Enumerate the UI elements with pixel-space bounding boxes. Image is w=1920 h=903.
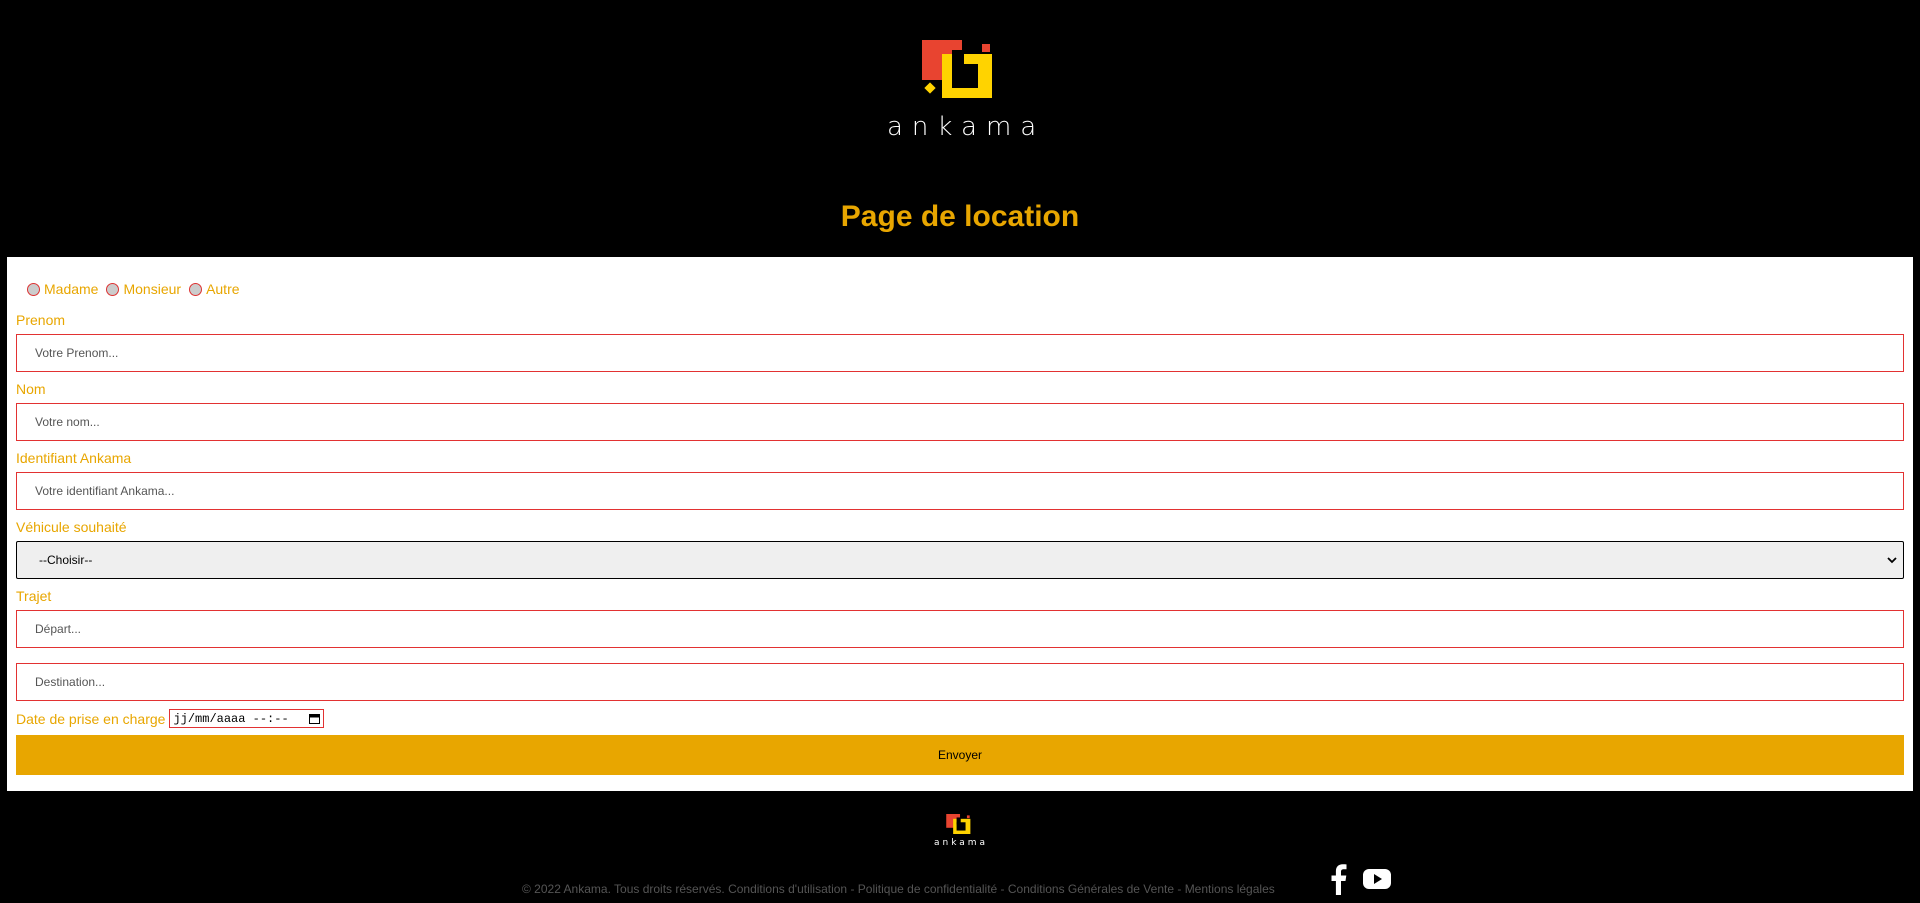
trajet-label: Trajet [16,588,52,604]
page-title: Page de location [840,200,1080,233]
chevron-down-icon [1887,557,1897,564]
link-politique-confidentialite[interactable]: Politique de confidentialité [858,882,997,896]
radio-label-autre: Autre [206,281,240,297]
prenom-input[interactable] [16,334,1904,372]
radio-monsieur[interactable] [106,282,120,296]
depart-input[interactable] [16,610,1904,648]
calendar-icon[interactable] [309,713,321,724]
separator: - [997,882,1008,896]
separator: - [847,882,858,896]
radio-madame[interactable] [27,282,40,296]
vehicule-label: Véhicule souhaité [16,519,127,535]
identifiant-label: Identifiant Ankama [16,450,132,466]
civility-radio-group: Madame Monsieur Autre [19,281,240,297]
date-input[interactable]: jj/mm/aaaa --:-- [169,709,325,728]
link-conditions-utilisation[interactable]: Conditions d'utilisation [728,882,847,896]
nom-label: Nom [16,381,46,397]
destination-input[interactable] [16,663,1904,701]
nom-input[interactable] [16,403,1904,441]
date-row: Date de prise en charge jj/mm/aaaa --:-- [16,709,325,728]
separator: - [1174,882,1185,896]
copyright-text: © 2022 Ankama. Tous droits réservés. [522,882,725,896]
radio-label-madame: Madame [44,281,99,297]
footer-logo-text: ankama [934,838,989,848]
footer-logo-mark [946,814,972,834]
social-links [1329,863,1391,895]
submit-button[interactable]: Envoyer [16,735,1904,775]
prenom-label: Prenom [16,312,66,328]
link-cgv[interactable]: Conditions Générales de Vente [1008,882,1174,896]
ankama-logo-text: ankama [887,112,1046,142]
radio-label-monsieur: Monsieur [123,281,182,297]
date-label: Date de prise en charge [16,710,166,727]
date-input-placeholder: jj/mm/aaaa --:-- [173,711,289,726]
ankama-logo-mark [922,40,996,98]
identifiant-input[interactable] [16,472,1904,510]
vehicule-select[interactable]: --Choisir-- [16,541,1904,579]
footer-logo[interactable]: ankama [931,814,987,848]
rental-form: Madame Monsieur Autre Prenom Nom Identif… [7,257,1913,791]
footer-legal: © 2022 Ankama. Tous droits réservés. Con… [522,882,1275,896]
youtube-icon[interactable] [1363,869,1391,889]
header: ankama [0,0,1920,160]
vehicule-select-value: --Choisir-- [39,553,93,567]
link-mentions-legales[interactable]: Mentions légales [1185,882,1275,896]
ankama-logo[interactable]: ankama [878,40,1040,142]
radio-autre[interactable] [189,282,203,296]
facebook-icon[interactable] [1329,863,1347,895]
